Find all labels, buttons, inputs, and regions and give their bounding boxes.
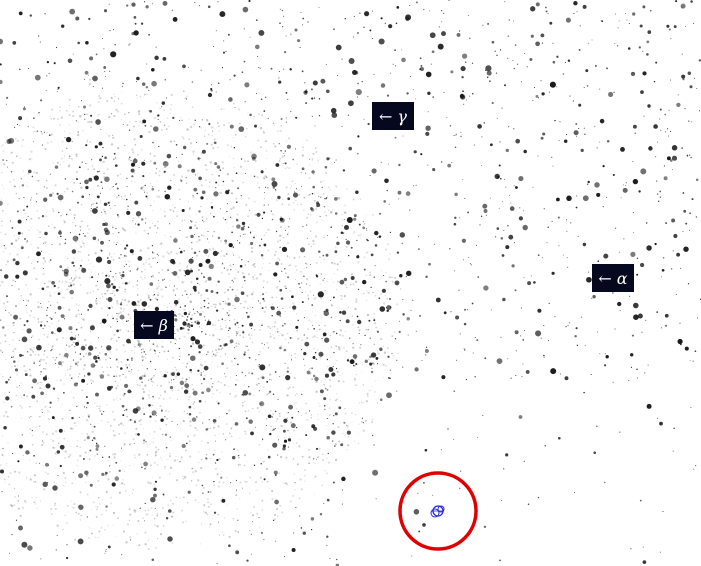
label-beta: ← β (134, 311, 174, 339)
arrow-left-icon: ← (140, 315, 154, 335)
arrow-left-icon: ← (379, 106, 393, 126)
label-gamma-letter: γ (397, 106, 407, 126)
arrow-left-icon: ← (598, 268, 612, 288)
label-alpha: ← α (592, 264, 634, 292)
label-alpha-letter: α (616, 268, 628, 288)
label-gamma: ← γ (372, 102, 414, 130)
label-beta-letter: β (158, 315, 168, 335)
